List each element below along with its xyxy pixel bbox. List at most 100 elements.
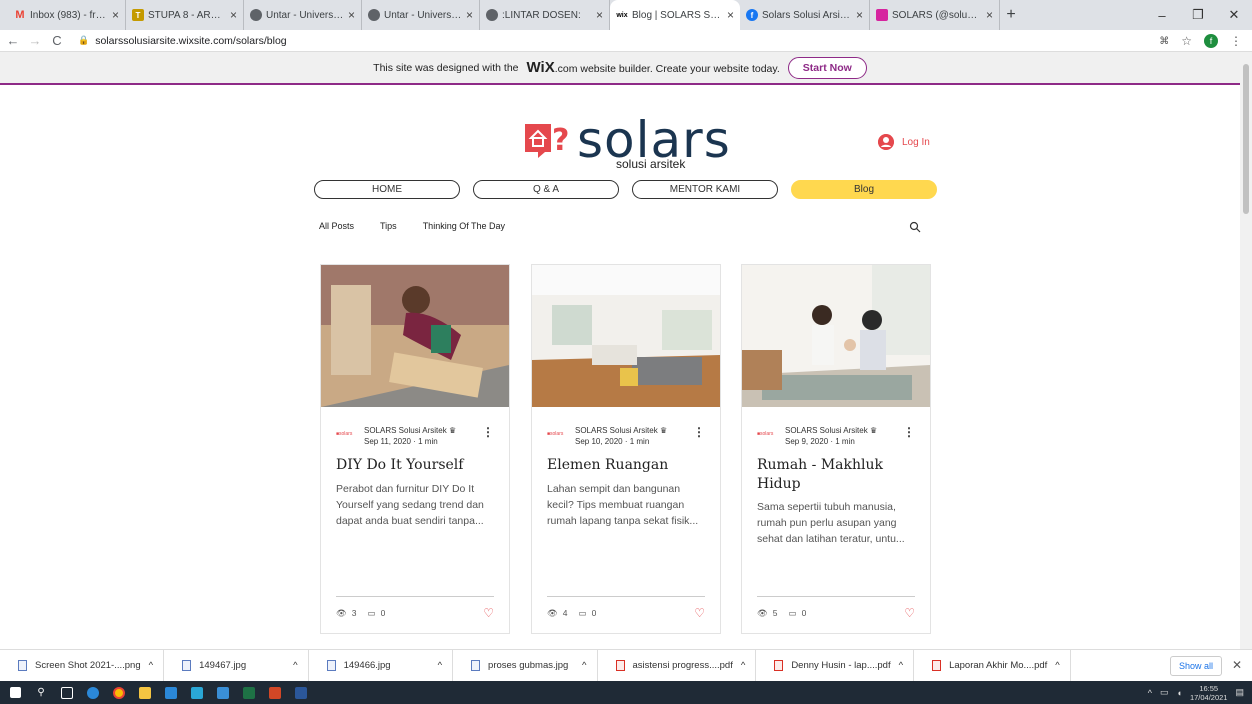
url-field[interactable]: 🔒 solarssolusiarsite.wixsite.com/solars/… xyxy=(78,35,287,47)
post-image-room xyxy=(532,265,720,407)
download-item[interactable]: Screen Shot 2021-....png ^ xyxy=(0,649,165,682)
post-meta: ■solars SOLARS Solusi Arsitek ♛ Sep 11, … xyxy=(336,425,494,447)
close-tab-icon[interactable]: × xyxy=(466,8,473,22)
scrollbar[interactable] xyxy=(1240,52,1252,649)
browser-tab-bar: MInbox (983) - frankyl@ft.unt× TSTUPA 8 … xyxy=(0,0,1252,30)
close-window-icon[interactable]: ✕ xyxy=(1216,7,1252,23)
scrollbar-thumb[interactable] xyxy=(1243,64,1249,214)
new-tab-button[interactable]: + xyxy=(1000,6,1022,24)
login-button[interactable]: Log In xyxy=(878,134,930,150)
browser-tab[interactable]: fSolars Solusi Arsitek | Faceb× xyxy=(740,0,870,30)
nav-qa[interactable]: Q & A xyxy=(473,180,619,199)
close-tab-icon[interactable]: × xyxy=(596,8,603,22)
post-card[interactable]: ■solars SOLARS Solusi Arsitek ♛ Sep 9, 2… xyxy=(741,264,931,634)
download-item[interactable]: proses gubmas.jpg ^ xyxy=(453,649,598,682)
author-name[interactable]: SOLARS Solusi Arsitek xyxy=(785,426,868,435)
profile-avatar[interactable]: f xyxy=(1204,34,1218,48)
like-heart-icon[interactable]: ♡ xyxy=(483,606,494,620)
windows-start-icon[interactable] xyxy=(4,681,26,704)
volume-icon[interactable]: ◖ xyxy=(1177,688,1182,698)
browser-tab[interactable]: MInbox (983) - frankyl@ft.unt× xyxy=(8,0,126,30)
site-logo[interactable]: ? solars xyxy=(523,111,731,169)
chevron-up-icon[interactable]: ^ xyxy=(582,660,586,671)
close-tab-icon[interactable]: × xyxy=(986,8,993,22)
like-heart-icon[interactable]: ♡ xyxy=(904,606,915,620)
close-tab-icon[interactable]: × xyxy=(727,8,734,22)
close-tab-icon[interactable]: × xyxy=(348,8,355,22)
category-tips[interactable]: Tips xyxy=(380,221,397,231)
download-item[interactable]: asistensi progress....pdf ^ xyxy=(598,649,757,682)
clock[interactable]: 16:55 17/04/2021 xyxy=(1190,684,1228,702)
post-meta: ■solars SOLARS Solusi Arsitek ♛ Sep 9, 2… xyxy=(757,425,915,447)
post-title[interactable]: DIY Do It Yourself xyxy=(336,456,499,475)
browser-tab[interactable]: Untar - Universitas Taruma× xyxy=(362,0,480,30)
author-name[interactable]: SOLARS Solusi Arsitek xyxy=(575,426,658,435)
chevron-up-icon[interactable]: ^ xyxy=(149,660,153,671)
back-icon[interactable]: ← xyxy=(4,33,22,48)
download-item[interactable]: Denny Husin - lap....pdf ^ xyxy=(756,649,915,682)
search-icon[interactable]: ⚲ xyxy=(30,681,52,704)
download-item[interactable]: 149466.jpg ^ xyxy=(309,649,454,682)
chevron-up-icon[interactable]: ^ xyxy=(1055,660,1059,671)
start-now-button[interactable]: Start Now xyxy=(787,56,867,79)
reload-icon[interactable]: C xyxy=(48,33,66,48)
logo-wordmark: solars xyxy=(577,111,731,169)
forward-icon[interactable]: → xyxy=(26,33,44,48)
browser-tab[interactable]: Untar - Universitas Taruma× xyxy=(244,0,362,30)
bookmark-star-icon[interactable]: ☆ xyxy=(1181,34,1192,48)
nav-blog[interactable]: Blog xyxy=(791,180,937,199)
close-tab-icon[interactable]: × xyxy=(112,8,119,22)
minimize-icon[interactable]: – xyxy=(1144,8,1180,23)
notifications-icon[interactable]: ▤ xyxy=(1235,687,1244,698)
nav-mentor-kami[interactable]: MENTOR KAMI xyxy=(632,180,778,199)
mail-icon[interactable] xyxy=(160,681,182,704)
post-date: Sep 11, 2020 · 1 min xyxy=(364,437,438,446)
author-avatar: ■solars xyxy=(547,431,564,437)
browser-tab-active[interactable]: wixBlog | SOLARS Solusi Arsite× xyxy=(610,0,740,30)
word-icon[interactable] xyxy=(290,681,312,704)
download-item[interactable]: Laporan Akhir Mo....pdf ^ xyxy=(914,649,1071,682)
app-icon[interactable] xyxy=(186,681,208,704)
browser-tab[interactable]: :LINTAR DOSEN: × xyxy=(480,0,610,30)
file-explorer-icon[interactable] xyxy=(134,681,156,704)
like-heart-icon[interactable]: ♡ xyxy=(694,606,705,620)
category-thinking[interactable]: Thinking Of The Day xyxy=(423,221,505,231)
user-icon xyxy=(878,134,894,150)
chevron-up-icon[interactable]: ^ xyxy=(1148,688,1152,698)
author-name[interactable]: SOLARS Solusi Arsitek xyxy=(364,426,447,435)
post-card[interactable]: ■solars SOLARS Solusi Arsitek ♛ Sep 10, … xyxy=(531,264,721,634)
restore-icon[interactable]: ❐ xyxy=(1180,7,1216,23)
chevron-up-icon[interactable]: ^ xyxy=(293,660,297,671)
more-options-icon[interactable]: ⋮ xyxy=(693,425,705,439)
excel-icon[interactable] xyxy=(238,681,260,704)
search-icon[interactable] xyxy=(909,221,921,236)
download-item[interactable]: 149467.jpg ^ xyxy=(164,649,309,682)
browser-tab[interactable]: TSTUPA 8 - ARS UNTAR - No× xyxy=(126,0,244,30)
post-date: Sep 9, 2020 · 1 min xyxy=(785,437,855,446)
translate-icon[interactable]: ⌘ xyxy=(1159,36,1169,47)
post-title[interactable]: Rumah - Makhluk Hidup xyxy=(757,456,887,494)
chrome-icon[interactable] xyxy=(108,681,130,704)
chevron-up-icon[interactable]: ^ xyxy=(438,660,442,671)
task-view-icon[interactable] xyxy=(56,681,78,704)
browser-tab[interactable]: SOLARS (@solusiarsitek) • I× xyxy=(870,0,1000,30)
edge-icon[interactable] xyxy=(82,681,104,704)
pdf-icon xyxy=(774,660,784,671)
chevron-up-icon[interactable]: ^ xyxy=(899,660,903,671)
close-downloads-icon[interactable]: ✕ xyxy=(1232,658,1242,672)
category-all-posts[interactable]: All Posts xyxy=(319,221,354,231)
close-tab-icon[interactable]: × xyxy=(230,8,237,22)
post-title[interactable]: Elemen Ruangan xyxy=(547,456,710,475)
more-options-icon[interactable]: ⋮ xyxy=(482,425,494,439)
chevron-up-icon[interactable]: ^ xyxy=(741,660,745,671)
nav-home[interactable]: HOME xyxy=(314,180,460,199)
menu-kebab-icon[interactable]: ⋮ xyxy=(1230,34,1242,48)
app-icon[interactable] xyxy=(212,681,234,704)
globe-icon xyxy=(368,9,380,21)
close-tab-icon[interactable]: × xyxy=(856,8,863,22)
more-options-icon[interactable]: ⋮ xyxy=(903,425,915,439)
network-icon[interactable]: ▭ xyxy=(1160,687,1169,698)
show-all-downloads-button[interactable]: Show all xyxy=(1169,656,1222,676)
post-card[interactable]: ■solars SOLARS Solusi Arsitek ♛ Sep 11, … xyxy=(320,264,510,634)
powerpoint-icon[interactable] xyxy=(264,681,286,704)
